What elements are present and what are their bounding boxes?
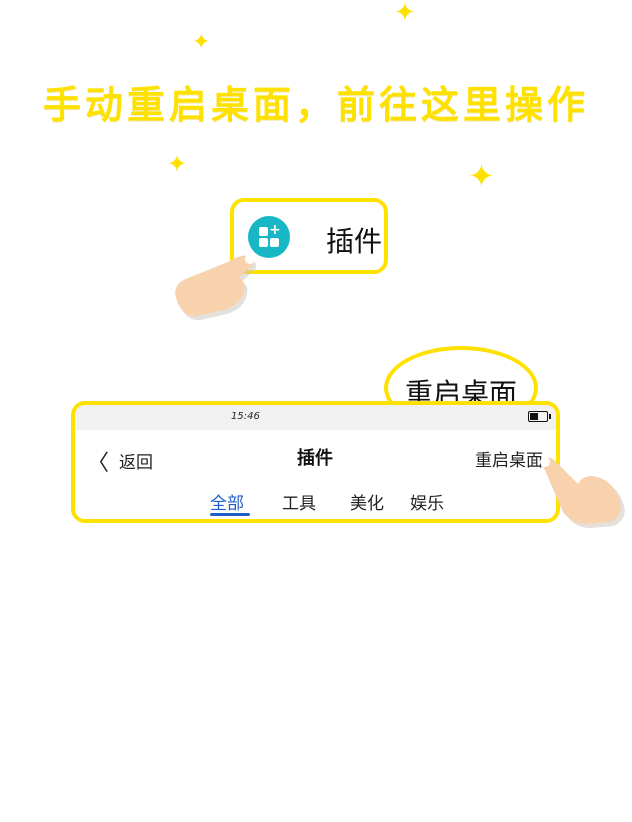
back-button[interactable]: 〈返回: [87, 445, 153, 477]
pointing-hand-icon: [540, 457, 625, 528]
tab-tools[interactable]: 工具: [282, 489, 316, 514]
status-bar: 15:46: [75, 405, 556, 430]
active-tab-indicator: [210, 513, 250, 516]
chevron-left-icon: 〈: [87, 451, 110, 476]
page-title: 插件: [297, 448, 333, 469]
pointing-hand-icon: [175, 254, 257, 321]
tab-all[interactable]: 全部: [210, 489, 244, 514]
battery-icon: [528, 411, 551, 422]
sparkle-icon: ✦: [468, 157, 495, 195]
tab-beautify[interactable]: 美化: [350, 489, 384, 514]
plugin-entry-label: 插件: [326, 225, 383, 258]
sparkle-icon: ✦: [394, 0, 416, 28]
instruction-headline: 手动重启桌面，前往这里操作: [42, 83, 589, 127]
sparkle-icon: ✦: [167, 150, 188, 178]
sparkle-icon: ✦: [192, 30, 211, 55]
back-label: 返回: [119, 453, 154, 473]
tab-entertainment[interactable]: 娱乐: [410, 489, 444, 514]
status-time: 15:46: [231, 411, 260, 422]
plugin-screen-preview: 15:46 〈返回 插件 重启桌面 全部 工具 美化 娱乐: [71, 401, 560, 523]
